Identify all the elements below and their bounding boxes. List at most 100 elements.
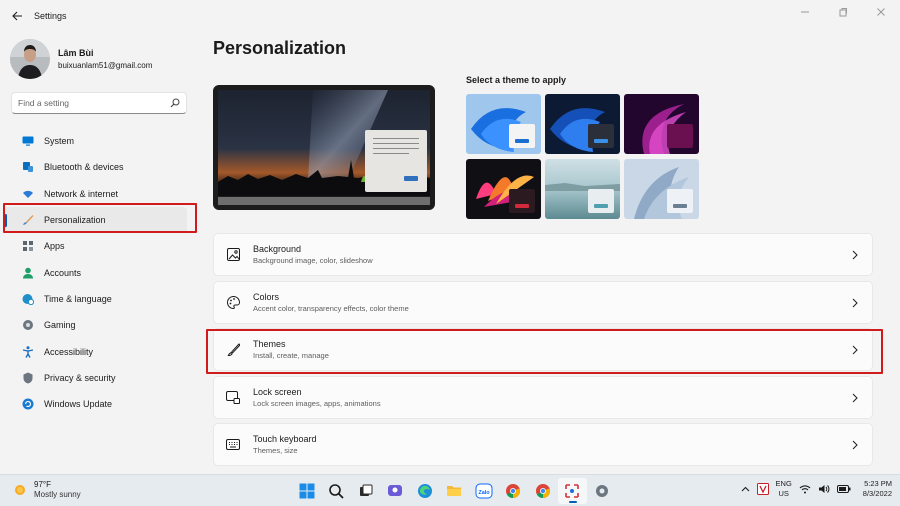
search-box[interactable] [11, 92, 187, 114]
colors-card[interactable]: Colors Accent color, transparency effect… [213, 280, 873, 324]
sidebar-item-privacy-security[interactable]: Privacy & security [4, 365, 201, 391]
minimize-button[interactable] [786, 0, 824, 24]
avatar [10, 39, 50, 79]
accessibility-icon [22, 345, 34, 358]
chevron-right-icon [850, 439, 860, 451]
sidebar-item-bluetooth[interactable]: Bluetooth & devices [4, 154, 201, 180]
windows-light-theme[interactable] [466, 94, 541, 154]
maximize-button[interactable] [824, 0, 862, 24]
back-button[interactable] [2, 1, 32, 31]
touch-keyboard-card[interactable]: Touch keyboard Themes, size [213, 423, 873, 466]
file-explorer-icon [447, 486, 462, 496]
wifi-icon [799, 485, 811, 494]
chat-icon [388, 485, 403, 496]
preview-accent-button [404, 176, 418, 181]
edge-button[interactable] [410, 478, 440, 504]
start-button[interactable] [292, 478, 322, 504]
weather-widget[interactable]: 97°F Mostly sunny [12, 480, 81, 500]
sunny-weather-icon [15, 485, 25, 495]
back-arrow-icon [11, 11, 22, 21]
window-controls [786, 0, 900, 32]
glow-theme[interactable] [624, 94, 699, 154]
card-title: Themes [253, 339, 286, 349]
user-profile[interactable]: Lâm Bùi buixuanlam51@gmail.com [0, 32, 205, 80]
weather-temperature: 97°F [34, 480, 51, 489]
settings-button[interactable] [587, 478, 617, 504]
tray-app-button[interactable] [756, 483, 769, 495]
taskbar-search-button[interactable] [322, 478, 352, 504]
globe-clock-icon [22, 293, 34, 305]
sidebar-item-label: Apps [44, 241, 65, 252]
sidebar-nav: System Bluetooth & devices Network & int… [0, 128, 205, 417]
battery-status[interactable] [836, 485, 851, 493]
edge-icon [417, 484, 432, 498]
system-icon [22, 135, 34, 147]
sidebar-item-label: Personalization [44, 215, 106, 226]
chrome-alt-button[interactable] [528, 478, 558, 504]
preview-wallpaper [218, 90, 430, 196]
zalo-label: Zalo [478, 490, 490, 496]
windows-dark-theme[interactable] [545, 94, 620, 154]
language-indicator[interactable]: ENG US [776, 479, 792, 499]
sidebar-item-apps[interactable]: Apps [4, 233, 201, 259]
brush-icon [226, 343, 240, 357]
themes-card[interactable]: Themes Install, create, manage [213, 328, 873, 371]
sidebar-item-label: Network & internet [44, 188, 119, 199]
sidebar-item-label: System [44, 136, 75, 147]
sidebar-item-accounts[interactable]: Accounts [4, 259, 201, 285]
page-title: Personalization [213, 38, 347, 58]
preview-window [365, 130, 427, 192]
clock[interactable]: 5:23 PM 8/3/2022 [863, 479, 892, 499]
card-subtitle: Background image, color, slideshow [253, 256, 373, 265]
sidebar-item-accessibility[interactable]: Accessibility [4, 338, 201, 364]
language-code: ENG [775, 479, 792, 488]
themes-heading: Select a theme to apply [466, 75, 567, 85]
background-card[interactable]: Background Background image, color, slid… [213, 233, 873, 276]
bluetooth-icon [22, 161, 34, 173]
zalo-button[interactable]: Zalo [469, 478, 499, 504]
file-explorer-button[interactable] [440, 478, 470, 504]
close-icon [877, 8, 885, 16]
search-icon [329, 484, 344, 499]
sunrise-theme[interactable] [545, 159, 620, 219]
snipping-tool-button[interactable] [557, 478, 587, 504]
minimize-icon [801, 11, 809, 13]
zalo-icon: Zalo [475, 483, 493, 499]
volume-status[interactable] [818, 484, 830, 494]
search-input[interactable] [18, 98, 170, 108]
lock-screen-card[interactable]: Lock screen Lock screen images, apps, an… [213, 375, 873, 419]
chrome-alt-icon [535, 484, 550, 498]
sidebar-item-gaming[interactable]: Gaming [4, 312, 201, 338]
network-status[interactable] [799, 484, 811, 494]
card-title: Lock screen [253, 386, 302, 397]
captured-motion-theme[interactable] [466, 159, 541, 219]
close-button[interactable] [862, 0, 900, 24]
card-subtitle: Themes, size [253, 446, 298, 455]
settings-cards: Background Background image, color, slid… [213, 233, 873, 471]
speaker-icon [818, 485, 830, 493]
sidebar-item-time-language[interactable]: Time & language [4, 286, 201, 312]
taskbar: 97°F Mostly sunny Zalo ENG US 5:23 PM 8/… [0, 474, 900, 506]
title-bar: Settings [0, 0, 900, 32]
chat-button[interactable] [381, 478, 411, 504]
card-title: Touch keyboard [253, 434, 317, 444]
wifi-icon [22, 188, 34, 200]
chrome-button[interactable] [499, 478, 529, 504]
theme-preview [213, 85, 435, 210]
keyboard-icon [226, 438, 240, 452]
search-icon[interactable] [170, 98, 180, 108]
sidebar-item-network[interactable]: Network & internet [4, 181, 201, 207]
task-view-button[interactable] [351, 478, 381, 504]
flow-theme[interactable] [624, 159, 699, 219]
clock-date: 8/3/2022 [862, 489, 892, 498]
snipping-tool-icon [565, 484, 580, 498]
sidebar-item-personalization[interactable]: Personalization [4, 206, 187, 234]
update-icon [22, 398, 34, 410]
sidebar-item-label: Accounts [44, 267, 82, 278]
restore-icon [839, 8, 847, 17]
sidebar-item-system[interactable]: System [4, 128, 201, 154]
region-code: US [778, 489, 789, 498]
sidebar-item-windows-update[interactable]: Windows Update [4, 391, 201, 417]
sidebar-item-label: Gaming [44, 320, 76, 331]
show-hidden-icons-button[interactable] [741, 486, 750, 492]
